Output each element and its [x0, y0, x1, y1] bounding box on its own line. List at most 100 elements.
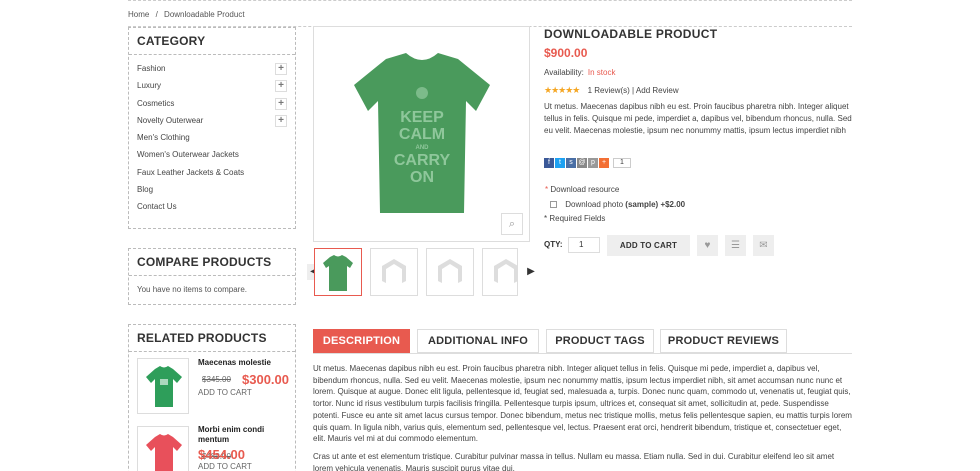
category-item-label: Fashion — [137, 64, 166, 73]
related-name[interactable]: Maecenas molestie — [198, 358, 284, 368]
required-mark: * — [545, 185, 549, 194]
category-item-label: Blog — [137, 185, 154, 195]
breadcrumb-home[interactable]: Home — [128, 10, 149, 19]
tab-additional-info[interactable]: ADDITIONAL INFO — [417, 329, 539, 353]
category-title: CATEGORY — [129, 28, 295, 55]
required-fields-note: * Required Fields — [544, 214, 606, 223]
download-photo-price: +$2.00 — [660, 200, 686, 209]
category-box: CATEGORY Fashion + Luxury + Cosmetics + Novelt… — [128, 27, 296, 229]
print-icon[interactable]: p — [588, 158, 598, 168]
shirt-line-4: CARRY — [394, 152, 451, 169]
category-item[interactable]: Women's Outerwear Jackets — [129, 146, 295, 163]
add-review-link[interactable]: Add Review — [636, 86, 679, 95]
availability: Availability: In stock — [544, 68, 615, 77]
review-count-link[interactable]: 1 Review(s) — [588, 86, 630, 95]
category-item[interactable]: Luxury + — [129, 77, 295, 94]
long-description: Ut metus. Maecenas dapibus nibh eu est. … — [313, 363, 853, 471]
breadcrumb-current: Downloadable Product — [164, 10, 245, 19]
stock-status: In stock — [587, 68, 616, 77]
related-price: $300.00 — [242, 372, 289, 387]
category-item[interactable]: Cosmetics + — [129, 95, 295, 112]
compare-box: COMPARE PRODUCTS You have no items to co… — [128, 248, 296, 305]
shirt-line-3: AND — [416, 145, 430, 151]
review-separator: | — [632, 86, 635, 95]
download-sample-link[interactable]: (sample) — [625, 200, 658, 209]
rating-stars-icon: ★★★★★ — [544, 85, 580, 95]
expand-plus-icon[interactable]: + — [275, 63, 287, 75]
category-item[interactable]: Blog — [129, 181, 295, 198]
shirt-line-1: KEEP — [400, 109, 444, 126]
share-count: 1 — [613, 158, 631, 168]
qty-label: QTY: — [544, 240, 563, 249]
category-item-label: Novelty Outerwear — [137, 115, 204, 125]
related-thumb[interactable] — [137, 426, 189, 471]
add-to-cart-button[interactable]: ADD TO CART — [607, 235, 690, 256]
tshirt-icon — [146, 434, 182, 471]
email-icon[interactable]: @ — [577, 158, 587, 168]
category-item[interactable]: Faux Leather Jackets & Coats — [129, 164, 295, 181]
wishlist-heart-icon[interactable]: ♥ — [697, 235, 718, 256]
category-item[interactable]: Contact Us — [129, 198, 295, 215]
tab-product-reviews[interactable]: PRODUCT REVIEWS — [660, 329, 787, 353]
expand-plus-icon[interactable]: + — [275, 114, 287, 127]
category-item-label: Luxury — [137, 81, 162, 91]
category-item[interactable]: Fashion + — [129, 60, 295, 77]
zoom-icon[interactable]: ⌕ — [501, 213, 523, 235]
related-box: RELATED PRODUCTS Maecenas molestie $345.… — [128, 324, 296, 471]
thumbnail-2[interactable] — [370, 248, 418, 296]
thumbnail-3[interactable] — [426, 248, 474, 296]
category-item[interactable]: Men's Clothing — [129, 129, 295, 146]
thumbnail-1[interactable] — [314, 248, 362, 296]
category-item-label: Cosmetics — [137, 98, 175, 108]
tab-divider — [313, 353, 852, 354]
facebook-icon[interactable]: f — [544, 158, 554, 168]
related-name[interactable]: Morbi enim condi mentum — [198, 425, 284, 445]
tab-description[interactable]: DESCRIPTION — [313, 329, 410, 353]
share-icon[interactable]: s — [566, 158, 576, 168]
category-item-label: Women's Outerwear Jackets — [137, 150, 239, 160]
short-description: Ut metus. Maecenas dapibus nibh eu est. … — [544, 102, 852, 135]
shirt-line-2: CALM — [399, 126, 445, 143]
top-divider — [128, 0, 852, 1]
category-item-label: Faux Leather Jackets & Coats — [137, 167, 245, 177]
thumbnail-4[interactable] — [482, 248, 518, 296]
related-thumb[interactable] — [137, 358, 189, 414]
share-bar: f t s @ p +1 — [544, 158, 631, 170]
related-price: $454.00 — [198, 447, 245, 462]
magento-placeholder-icon — [438, 259, 462, 283]
thumb-next-arrow-icon[interactable]: ▶ — [524, 264, 538, 280]
related-add-to-cart[interactable]: ADD TO CART — [198, 388, 252, 397]
product-main-image[interactable]: KEEP CALM AND CARRY ON ⌕ — [313, 26, 530, 242]
qty-input[interactable]: 1 — [568, 237, 600, 253]
related-old-price: $345.00 — [202, 375, 231, 384]
tab-product-tags[interactable]: PRODUCT TAGS — [546, 329, 654, 353]
tshirt-icon — [323, 255, 353, 291]
email-friend-icon[interactable]: ✉ — [753, 235, 774, 256]
compare-title: COMPARE PRODUCTS — [129, 249, 295, 276]
product-title: DOWNLOADABLE PRODUCT — [544, 27, 718, 41]
expand-plus-icon[interactable]: + — [275, 97, 287, 110]
long-desc-paragraph: Ut metus. Maecenas dapibus nibh eu est. … — [313, 364, 852, 444]
download-option: Download photo (sample) +$2.00 — [550, 200, 685, 209]
download-photo-checkbox[interactable] — [550, 201, 557, 209]
expand-plus-icon[interactable]: + — [275, 80, 287, 93]
rating-row: ★★★★★ 1 Review(s) | Add Review — [544, 85, 679, 96]
category-item[interactable]: Novelty Outerwear + — [129, 112, 295, 129]
product-price: $900.00 — [544, 46, 588, 60]
category-list: Fashion + Luxury + Cosmetics + Novelty Outerwe… — [129, 55, 295, 221]
download-resource-text: Download resource — [550, 185, 620, 194]
availability-label: Availability: — [544, 68, 584, 77]
download-resource-label: * Download resource — [545, 185, 619, 194]
compare-empty-text: You have no items to compare. — [137, 285, 247, 294]
plus-share-icon[interactable]: + — [599, 158, 609, 168]
related-title: RELATED PRODUCTS — [129, 325, 295, 352]
shirt-line-5: ON — [410, 169, 434, 186]
breadcrumb-separator: / — [155, 10, 158, 19]
twitter-icon[interactable]: t — [555, 158, 565, 168]
tshirt-icon — [146, 366, 182, 407]
compare-list-icon[interactable]: ☰ — [725, 235, 746, 256]
related-add-to-cart[interactable]: ADD TO CART — [198, 462, 252, 471]
product-tshirt-image: KEEP CALM AND CARRY ON — [354, 53, 490, 213]
breadcrumb: Home / Downloadable Product — [128, 10, 249, 19]
magento-placeholder-icon — [494, 259, 517, 283]
